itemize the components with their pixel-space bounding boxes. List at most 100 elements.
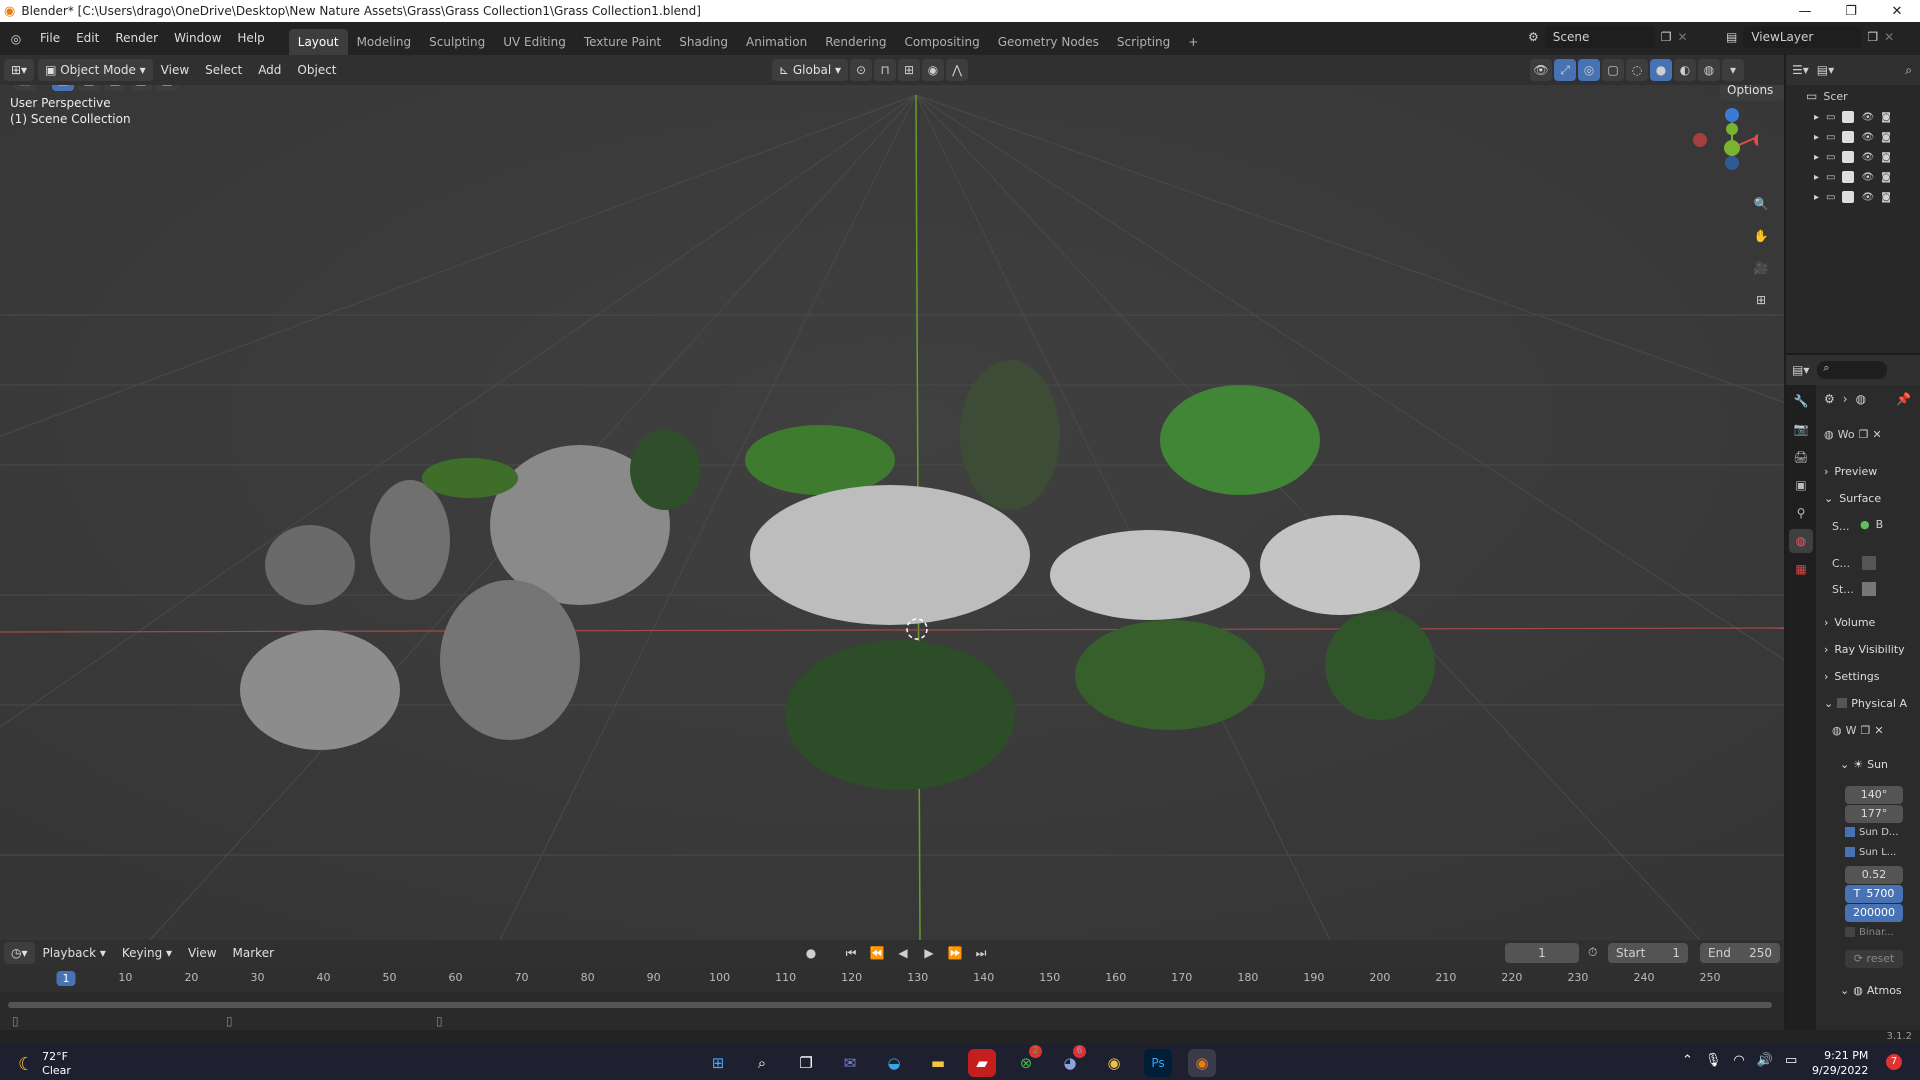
mode-dropdown[interactable]: ▣ Object Mode ▾ — [38, 59, 153, 81]
outliner-row[interactable]: ▸ ▭ 👁 ◙ — [1786, 147, 1920, 167]
camera-view-icon[interactable]: 🎥 — [1750, 257, 1772, 279]
scene-selector[interactable]: ⚙ Scene ❐ ✕ — [1528, 26, 1688, 48]
wireframe-shading-icon[interactable]: ◌ — [1626, 59, 1648, 81]
tray-overflow-icon[interactable]: ⌃ — [1682, 1053, 1693, 1068]
section-preview[interactable]: › Preview — [1824, 461, 1914, 481]
section-atmos[interactable]: ⌄ ◍ Atmos — [1840, 980, 1920, 1000]
outliner-editor-icon[interactable]: ☰▾ — [1792, 63, 1809, 77]
exclude-checkbox[interactable] — [1842, 171, 1855, 183]
volume-icon[interactable]: 🔊 — [1757, 1053, 1773, 1068]
camera-render-icon[interactable]: ◙ — [1881, 152, 1891, 163]
maximize-button[interactable]: ❐ — [1828, 0, 1874, 22]
eye-icon[interactable]: 👁 — [1861, 172, 1874, 183]
properties-editor-icon[interactable]: ▤▾ — [1792, 363, 1809, 377]
edge-browser-icon[interactable]: ◒ — [880, 1049, 908, 1077]
outliner-row[interactable]: ▸ ▭ 👁 ◙ — [1786, 127, 1920, 147]
proportional-edit-icon[interactable]: ◉ — [922, 59, 944, 81]
menu-marker[interactable]: Marker — [225, 946, 282, 960]
pivot-point-icon[interactable]: ⊙ — [850, 59, 872, 81]
tab-texture-paint[interactable]: Texture Paint — [575, 29, 670, 55]
transform-orientation-dropdown[interactable]: ⊾ Global ▾ — [772, 59, 848, 81]
world-name[interactable]: Wo — [1838, 428, 1855, 441]
tab-rendering[interactable]: Rendering — [816, 29, 895, 55]
search-icon[interactable]: ⌕ — [748, 1049, 776, 1077]
sun-lamp-checkbox[interactable] — [1845, 847, 1855, 857]
world-unlink-icon[interactable]: ✕ — [1872, 428, 1881, 441]
clock[interactable]: 9:21 PM 9/29/2022 — [1812, 1048, 1868, 1078]
photoshop-icon[interactable]: Ps — [1144, 1049, 1172, 1077]
tab-scripting[interactable]: Scripting — [1108, 29, 1179, 55]
options-dropdown[interactable]: Options ▾ — [1720, 85, 1784, 119]
outliner-root-label[interactable]: Scer — [1823, 90, 1847, 103]
select-subtract-icon[interactable]: ▣ — [104, 85, 126, 91]
next-keyframe-icon[interactable]: ⏩ — [944, 942, 966, 964]
viewlayer-selector[interactable]: ▤ ViewLayer ❐ ✕ — [1726, 26, 1894, 48]
camera-render-icon[interactable]: ◙ — [1881, 192, 1891, 203]
exclude-checkbox[interactable] — [1842, 151, 1855, 163]
add-workspace-button[interactable]: + — [1179, 29, 1207, 55]
view-layer-tab-icon[interactable]: ▣ — [1789, 473, 1813, 497]
end-frame-field[interactable]: End 250 — [1700, 943, 1780, 963]
blender-taskbar-icon[interactable]: ◉ — [1188, 1049, 1216, 1077]
menu-add[interactable]: Add — [250, 63, 289, 77]
current-frame-field[interactable]: 1 — [1505, 943, 1579, 963]
menu-object[interactable]: Object — [289, 63, 344, 77]
camera-render-icon[interactable]: ◙ — [1881, 172, 1891, 183]
sun-rotation-field[interactable]: 177° — [1845, 805, 1903, 823]
viewlayer-name[interactable]: ViewLayer — [1743, 26, 1862, 48]
sun-lamp-toggle[interactable]: Sun L... — [1845, 847, 1896, 858]
snap-target-icon[interactable]: ⊞ — [898, 59, 920, 81]
microphone-icon[interactable]: 🎙 — [1705, 1053, 1722, 1068]
outliner-row[interactable]: ▸ ▭ 👁 ◙ — [1786, 107, 1920, 127]
menu-keying[interactable]: Keying ▾ — [114, 946, 180, 960]
tab-compositing[interactable]: Compositing — [895, 29, 988, 55]
output-tab-icon[interactable]: 🖨 — [1789, 445, 1813, 469]
tool-tab-icon[interactable]: 🔧 — [1789, 389, 1813, 413]
camera-render-icon[interactable]: ◙ — [1881, 112, 1891, 123]
sun-disc-toggle[interactable]: Sun D... — [1845, 827, 1898, 838]
texture-tab-icon[interactable]: ▦ — [1789, 557, 1813, 581]
menu-help[interactable]: Help — [229, 22, 272, 55]
eye-icon[interactable]: 👁 — [1861, 112, 1874, 123]
tab-animation[interactable]: Animation — [737, 29, 816, 55]
exclude-checkbox[interactable] — [1842, 111, 1855, 123]
auto-keying-icon[interactable]: ● — [800, 942, 822, 964]
sun-disc-checkbox[interactable] — [1845, 827, 1855, 837]
tab-layout[interactable]: Layout — [288, 29, 348, 55]
xbox-icon[interactable]: ⊗ 2 — [1012, 1045, 1042, 1077]
expand-arrow-icon[interactable]: ▸ — [1814, 132, 1819, 143]
menu-window[interactable]: Window — [166, 22, 229, 55]
visibility-icon[interactable]: 👁 — [1530, 59, 1552, 81]
navigation-gizmo[interactable] — [1688, 105, 1758, 185]
camera-render-icon[interactable]: ◙ — [1881, 132, 1891, 143]
menu-view[interactable]: View — [153, 63, 197, 77]
viewlayer-copy-icon[interactable]: ❐ — [1867, 30, 1878, 44]
jump-start-icon[interactable]: ⏮ — [840, 942, 862, 964]
scene-name[interactable]: Scene — [1544, 26, 1655, 48]
timeline-editor-type-button[interactable]: ◷▾ — [4, 942, 35, 964]
tab-geometry-nodes[interactable]: Geometry Nodes — [989, 29, 1108, 55]
menu-playback[interactable]: Playback ▾ — [35, 946, 114, 960]
snap-icon[interactable]: ⊓ — [874, 59, 896, 81]
menu-select[interactable]: Select — [197, 63, 250, 77]
overlay-icon[interactable]: ◎ — [1578, 59, 1600, 81]
sky-texture-datablock[interactable]: ◍ W ❐ ✕ — [1832, 724, 1884, 737]
exclude-checkbox[interactable] — [1842, 191, 1855, 203]
select-intersect-icon[interactable]: ▣ — [156, 85, 178, 91]
battery-icon[interactable]: ▭ — [1785, 1053, 1797, 1068]
solid-shading-icon[interactable]: ● — [1650, 59, 1672, 81]
scene-tab-icon[interactable]: ⚲ — [1789, 501, 1813, 525]
timeline-area[interactable]: 1 10 20 30 40 50 60 70 80 90 100 110 120 130 140 150 160… — [0, 966, 1784, 1030]
scene-copy-icon[interactable]: ❐ — [1661, 30, 1672, 44]
notification-badge[interactable]: 7 — [1886, 1054, 1902, 1070]
tab-shading[interactable]: Shading — [670, 29, 737, 55]
expand-arrow-icon[interactable]: ▸ — [1814, 172, 1819, 183]
section-surface[interactable]: ⌄ Surface — [1824, 488, 1914, 508]
eye-icon[interactable]: 👁 — [1861, 192, 1874, 203]
discord-icon[interactable]: ◕ 6 — [1056, 1045, 1086, 1077]
render-tab-icon[interactable]: 📷 — [1789, 417, 1813, 441]
eye-icon[interactable]: 👁 — [1861, 152, 1874, 163]
tab-modeling[interactable]: Modeling — [348, 29, 421, 55]
menu-edit[interactable]: Edit — [68, 22, 107, 55]
jump-end-icon[interactable]: ⏭ — [970, 942, 992, 964]
